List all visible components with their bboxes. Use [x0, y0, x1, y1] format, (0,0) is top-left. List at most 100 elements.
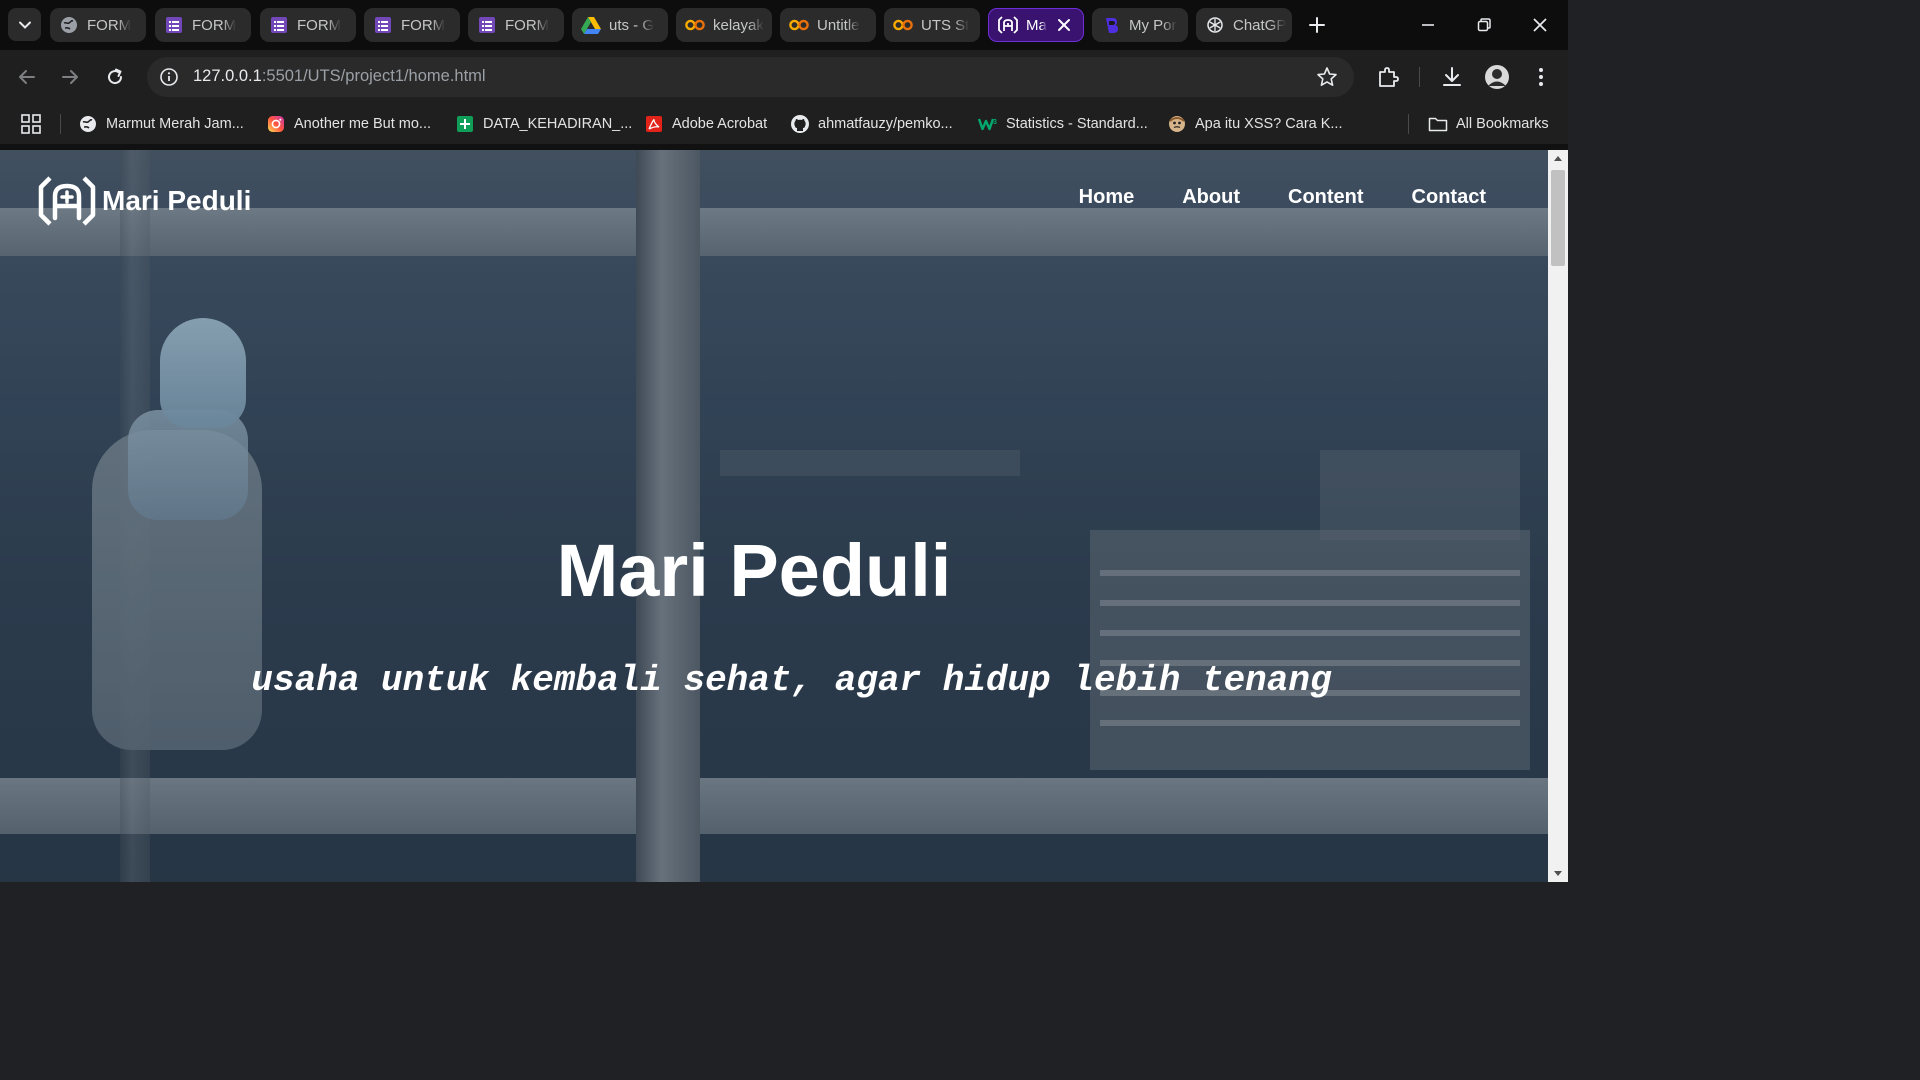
- all-bookmarks-label: All Bookmarks: [1456, 116, 1549, 132]
- tab-search-button[interactable]: [8, 8, 41, 41]
- tab-label: FORM: [297, 16, 342, 34]
- browser-tab[interactable]: ChatGP: [1196, 8, 1292, 42]
- puzzle-icon: [1379, 67, 1399, 87]
- browser-tab[interactable]: My Por: [1092, 8, 1188, 42]
- browser-tab[interactable]: FORM: [50, 8, 146, 42]
- tab-label: Ma: [1026, 16, 1047, 34]
- scroll-down-arrow-icon[interactable]: [1552, 869, 1564, 879]
- all-bookmarks-button[interactable]: All Bookmarks: [1428, 112, 1549, 136]
- site-logo-icon: [998, 15, 1018, 35]
- mari-peduli-logo-icon: [38, 176, 96, 226]
- forms-icon: [477, 15, 497, 35]
- downloads-button[interactable]: [1438, 63, 1466, 91]
- arrow-right-icon: [62, 70, 78, 84]
- page-scrollbar[interactable]: [1548, 150, 1568, 882]
- forms-icon: [373, 15, 393, 35]
- chatgpt-icon: [1205, 15, 1225, 35]
- bookmark-item[interactable]: Another me But mo...: [266, 112, 431, 136]
- apps-grid-icon[interactable]: [20, 113, 42, 135]
- more-vertical-icon: [1539, 68, 1543, 86]
- tab-label: My Por: [1129, 16, 1177, 34]
- profile-button[interactable]: [1483, 63, 1511, 91]
- browser-tab[interactable]: uts - G: [572, 8, 668, 42]
- hero-subtitle: usaha untuk kembali sehat, agar hidup le…: [251, 660, 1332, 701]
- browser-tab[interactable]: FORM: [364, 8, 460, 42]
- bookmark-label: Statistics - Standard...: [1006, 116, 1148, 132]
- plus-icon: [1309, 17, 1325, 33]
- browser-tab[interactable]: FORM: [260, 8, 356, 42]
- bookmark-label: Another me But mo...: [294, 116, 432, 132]
- colab-icon: [789, 15, 809, 35]
- back-button[interactable]: [11, 61, 43, 93]
- minimize-button[interactable]: [1400, 0, 1456, 50]
- browser-tab-active[interactable]: Ma: [988, 8, 1084, 42]
- tab-label: uts - G: [609, 16, 655, 34]
- close-tab-icon[interactable]: [1055, 16, 1073, 34]
- tab-strip: FORM FORM FORM FORM FORM uts - G kelayak…: [0, 0, 1568, 50]
- acrobat-icon: [644, 114, 664, 134]
- browser-tab[interactable]: FORM: [468, 8, 564, 42]
- avatar-icon: [1485, 65, 1509, 89]
- close-window-button[interactable]: [1512, 0, 1568, 50]
- reload-button[interactable]: [99, 61, 131, 93]
- bookmark-item[interactable]: Adobe Acrobat: [644, 112, 767, 136]
- restore-button[interactable]: [1456, 0, 1512, 50]
- bookmark-label: Adobe Acrobat: [672, 116, 768, 132]
- bookmark-item[interactable]: 3 Statistics - Standard...: [978, 112, 1148, 136]
- nav-link-about[interactable]: About: [1182, 186, 1240, 209]
- tab-label: ChatGP: [1233, 16, 1287, 34]
- site-info-icon[interactable]: [157, 65, 181, 89]
- browser-tab[interactable]: FORM: [155, 8, 251, 42]
- site-logo[interactable]: Mari Peduli: [38, 174, 251, 228]
- bookmarks-bar: Marmut Merah Jam... Another me But mo...…: [0, 104, 1568, 144]
- github-icon: [790, 114, 810, 134]
- hero-title: Mari Peduli: [556, 529, 952, 612]
- address-bar[interactable]: 127.0.0.1:5501/UTS/project1/home.html: [147, 57, 1354, 97]
- new-tab-button[interactable]: [1302, 10, 1332, 40]
- close-icon: [1533, 18, 1547, 32]
- bookmark-label: Marmut Merah Jam...: [106, 116, 244, 132]
- site-name: Mari Peduli: [102, 185, 252, 216]
- drive-icon: [581, 15, 601, 35]
- tab-label: FORM: [87, 16, 132, 34]
- forward-button[interactable]: [54, 61, 86, 93]
- scrollbar-thumb[interactable]: [1551, 170, 1565, 266]
- menu-button[interactable]: [1527, 63, 1555, 91]
- bootstrap-icon: [1101, 15, 1121, 35]
- bookmark-label: Apa itu XSS? Cara K...: [1195, 116, 1343, 132]
- browser-toolbar: 127.0.0.1:5501/UTS/project1/home.html: [0, 50, 1568, 104]
- bookmark-label: ahmatfauzy/pemko...: [818, 116, 953, 132]
- scroll-up-arrow-icon[interactable]: [1552, 153, 1564, 163]
- tab-label: kelayak: [713, 16, 764, 34]
- browser-tab[interactable]: Untitle: [780, 8, 876, 42]
- bookmark-item[interactable]: Marmut Merah Jam...: [78, 112, 244, 136]
- url-host: 127.0.0.1: [193, 67, 262, 85]
- arrow-left-icon: [19, 70, 35, 84]
- tab-label: Untitle: [817, 16, 860, 34]
- browser-tab[interactable]: UTS St: [884, 8, 980, 42]
- nav-link-content[interactable]: Content: [1288, 186, 1364, 209]
- bookmark-item[interactable]: Apa itu XSS? Cara K...: [1167, 112, 1343, 136]
- colab-icon: [893, 15, 913, 35]
- tab-label: FORM: [401, 16, 446, 34]
- instagram-icon: [266, 114, 286, 134]
- site-nav: Home About Content Contact: [1031, 186, 1486, 209]
- forms-icon: [164, 15, 184, 35]
- download-icon: [1443, 67, 1461, 86]
- bookmark-item[interactable]: DATA_KEHADIRAN_...: [455, 112, 632, 136]
- bookmark-star-icon[interactable]: [1316, 66, 1338, 88]
- restore-icon: [1477, 18, 1491, 32]
- bookmark-item[interactable]: ahmatfauzy/pemko...: [790, 112, 953, 136]
- forms-icon: [269, 15, 289, 35]
- reload-icon: [108, 68, 123, 85]
- minimize-icon: [1422, 24, 1434, 26]
- nav-link-home[interactable]: Home: [1079, 186, 1135, 209]
- w3-icon: 3: [978, 114, 998, 134]
- extensions-button[interactable]: [1374, 63, 1402, 91]
- face-icon: [1167, 114, 1187, 134]
- browser-tab[interactable]: kelayak: [676, 8, 772, 42]
- folder-icon: [1428, 114, 1448, 134]
- nav-link-contact[interactable]: Contact: [1412, 186, 1486, 209]
- bookmark-label: DATA_KEHADIRAN_...: [483, 116, 633, 132]
- url-text[interactable]: 127.0.0.1:5501/UTS/project1/home.html: [193, 67, 486, 86]
